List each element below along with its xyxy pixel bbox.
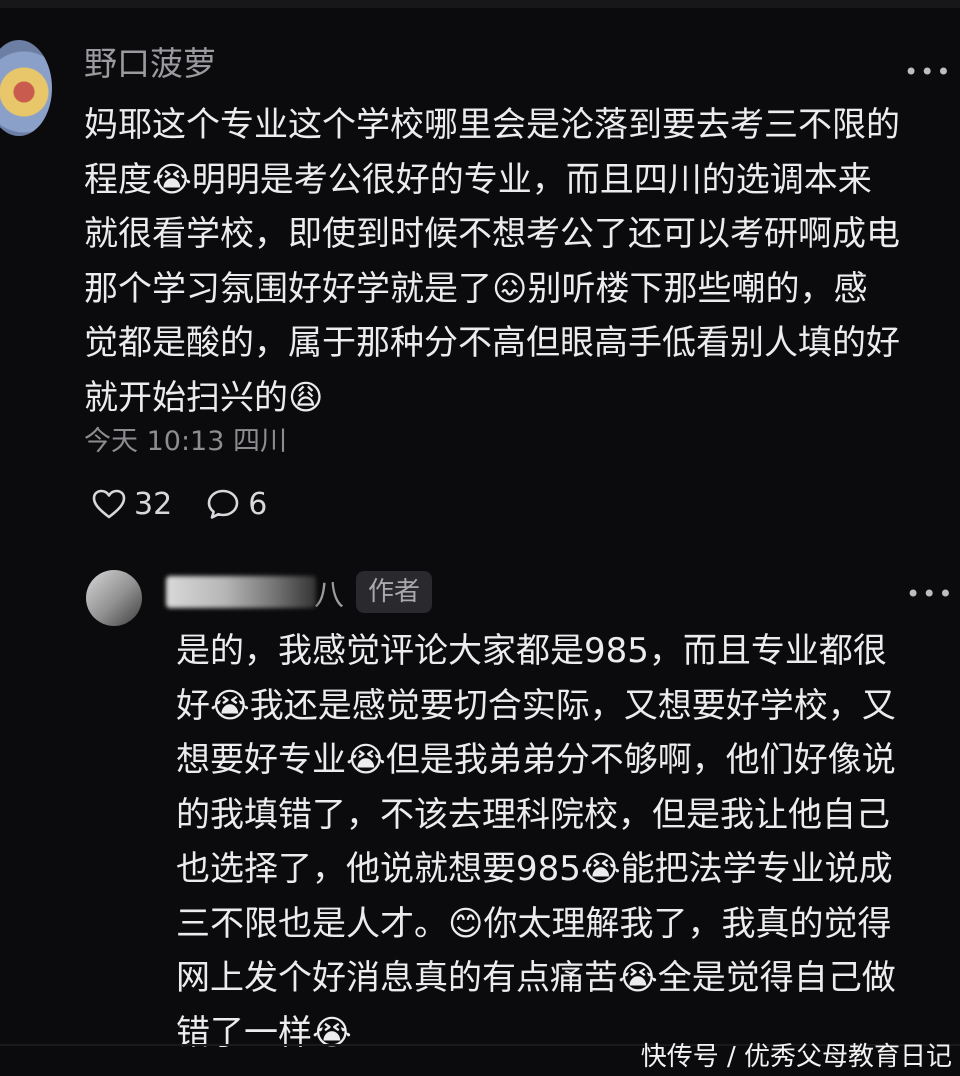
reply-avatar[interactable] — [86, 570, 142, 626]
reply-author[interactable]: 八 作者 — [166, 570, 433, 614]
watermark: 快传号 / 优秀父母教育日记 — [640, 1042, 952, 1072]
comment-username[interactable]: 野口菠萝 — [84, 44, 216, 84]
reply-text: 是的，我感觉评论大家都是985，而且专业都很 好😭我还是感觉要切合实际，又想要好… — [176, 631, 896, 1053]
author-badge: 作者 — [356, 571, 433, 613]
ellipsis-icon[interactable]: ••• — [906, 582, 954, 606]
heart-icon — [92, 489, 126, 519]
comment-actions: 32 6 — [92, 484, 301, 524]
comment-text: 妈耶这个专业这个学校哪里会是沦落到要去考三不限的 程度😭明明是考公很好的专业，而… — [84, 105, 900, 418]
top-divider — [0, 0, 960, 8]
reply-count: 6 — [248, 486, 268, 522]
reply-username: 八 — [314, 578, 344, 613]
comment-bubble-icon — [207, 489, 239, 519]
blurred-username — [166, 576, 316, 608]
like-count: 32 — [134, 486, 173, 522]
avatar[interactable] — [0, 40, 52, 136]
ellipsis-icon[interactable]: ••• — [904, 60, 952, 84]
comment-meta: 今天 10:13 四川 — [84, 426, 287, 457]
reply-button[interactable]: 6 — [206, 487, 267, 522]
like-button[interactable]: 32 — [92, 487, 172, 522]
